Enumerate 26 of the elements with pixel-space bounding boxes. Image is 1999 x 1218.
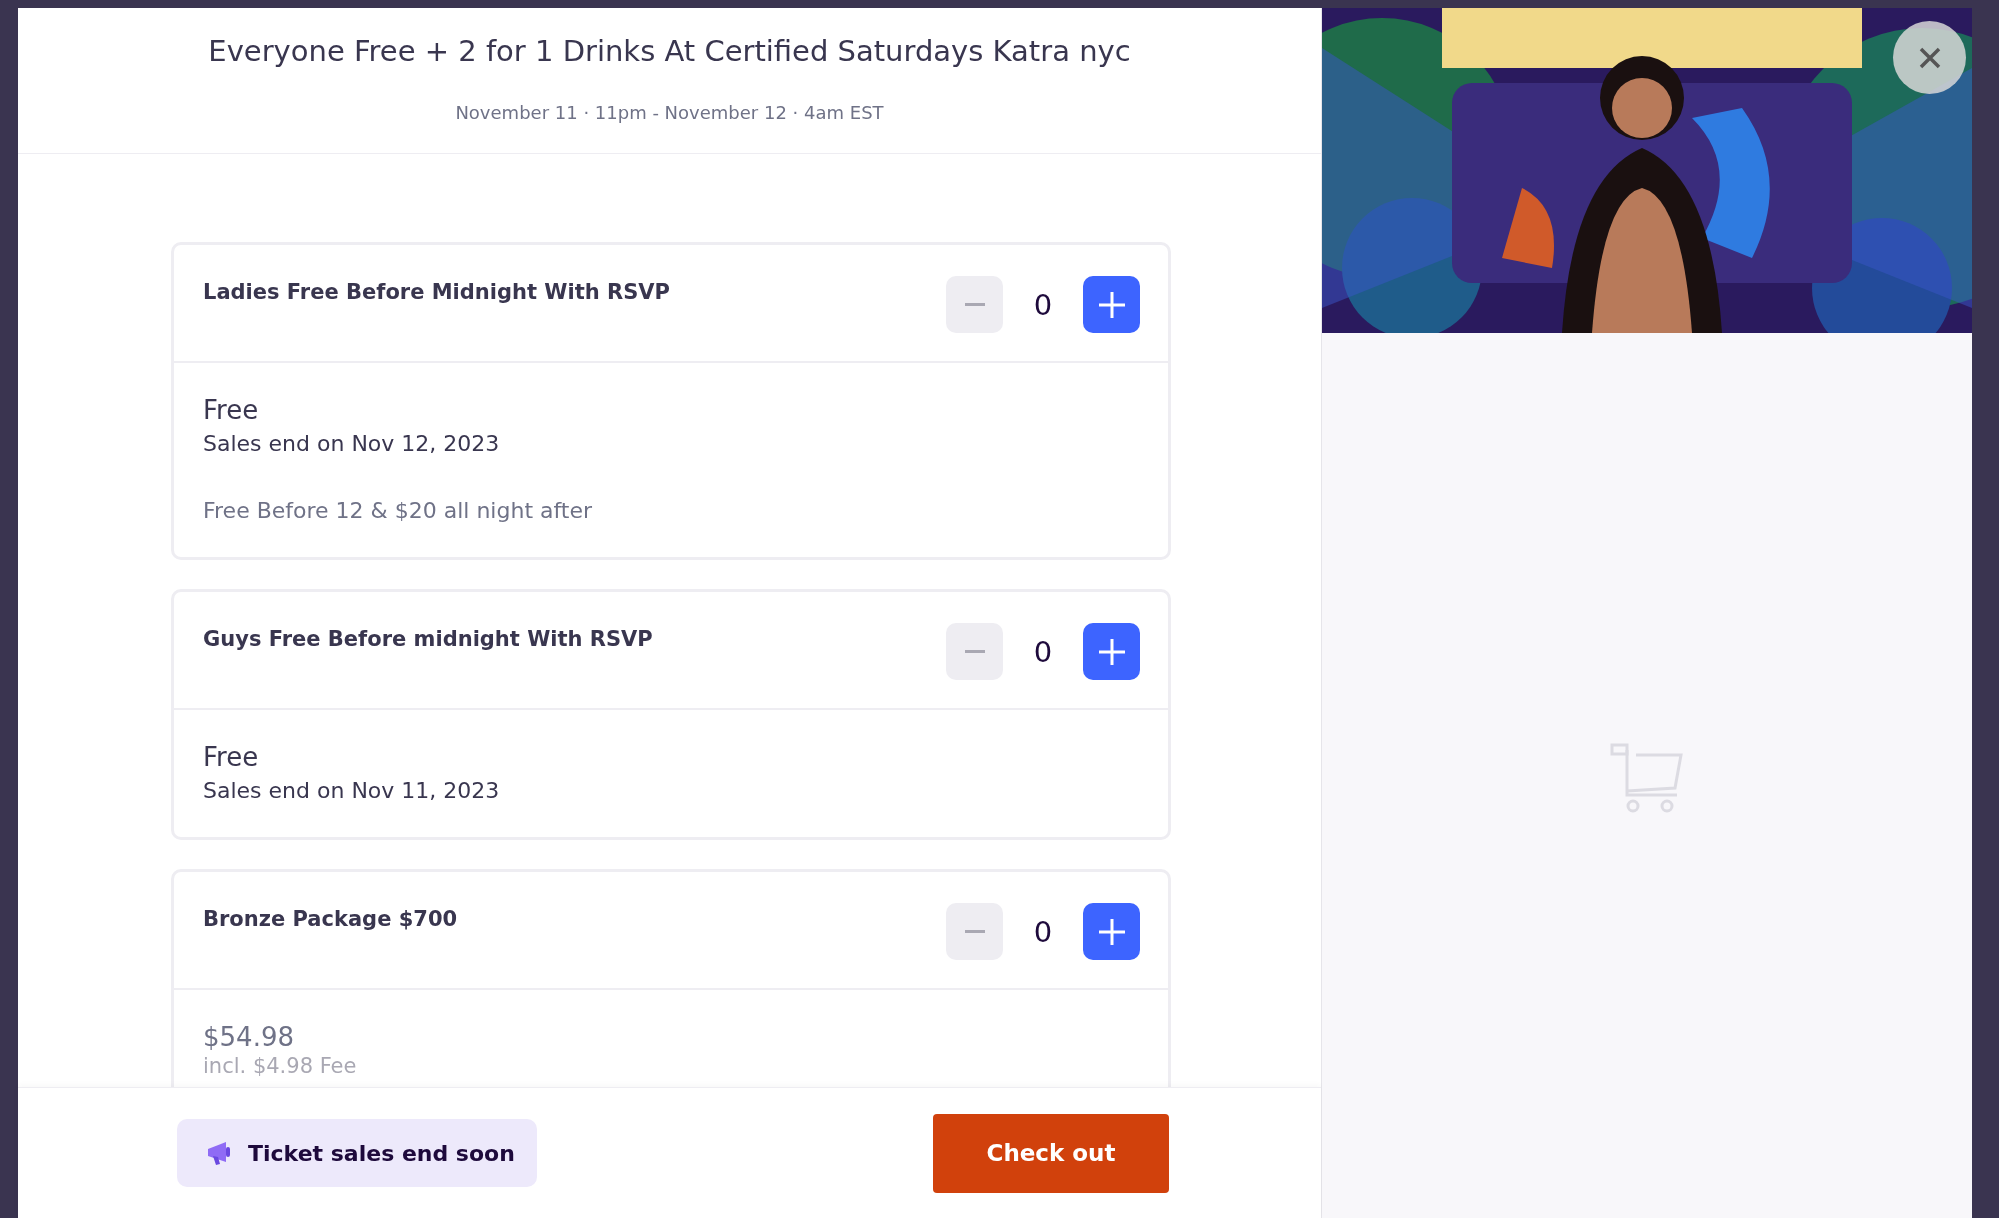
ticket-quantity: 0 bbox=[1032, 914, 1054, 949]
ticket-quantity: 0 bbox=[1032, 634, 1054, 669]
increment-button[interactable] bbox=[1083, 276, 1140, 333]
increment-button[interactable] bbox=[1083, 903, 1140, 960]
ticket-name: Guys Free Before midnight With RSVP bbox=[203, 627, 653, 651]
minus-icon bbox=[964, 930, 985, 933]
ticket-name: Bronze Package $700 bbox=[203, 907, 458, 931]
fee-note: incl. $4.98 Fee bbox=[203, 1054, 358, 1078]
sales-end-date: Sales end on Nov 12, 2023 bbox=[203, 431, 501, 456]
ticket-description: Free Before 12 & $20 all night after bbox=[203, 498, 594, 523]
ticket-price: $54.98 bbox=[203, 1022, 295, 1052]
ticket-quantity: 0 bbox=[1032, 287, 1054, 322]
plus-icon bbox=[1096, 636, 1127, 667]
ticket-name: Ladies Free Before Midnight With RSVP bbox=[203, 280, 670, 304]
event-date: November 11 · 11pm - November 12 · 4am EST bbox=[454, 102, 885, 123]
minus-icon bbox=[964, 303, 985, 306]
checkout-button[interactable]: Check out bbox=[933, 1113, 1169, 1193]
increment-button[interactable] bbox=[1083, 623, 1140, 680]
event-title: Everyone Free + 2 for 1 Drinks At Certified Saturdays Katra nyc bbox=[207, 34, 1132, 68]
minus-icon bbox=[964, 650, 985, 653]
sales-end-date: Sales end on Nov 11, 2023 bbox=[203, 778, 501, 803]
plus-icon bbox=[1096, 289, 1127, 320]
notice-text: Ticket sales end soon bbox=[248, 1140, 515, 1166]
ticket-price: Free bbox=[203, 742, 260, 772]
plus-icon bbox=[1096, 916, 1127, 947]
ticket-price: Free bbox=[203, 395, 260, 425]
